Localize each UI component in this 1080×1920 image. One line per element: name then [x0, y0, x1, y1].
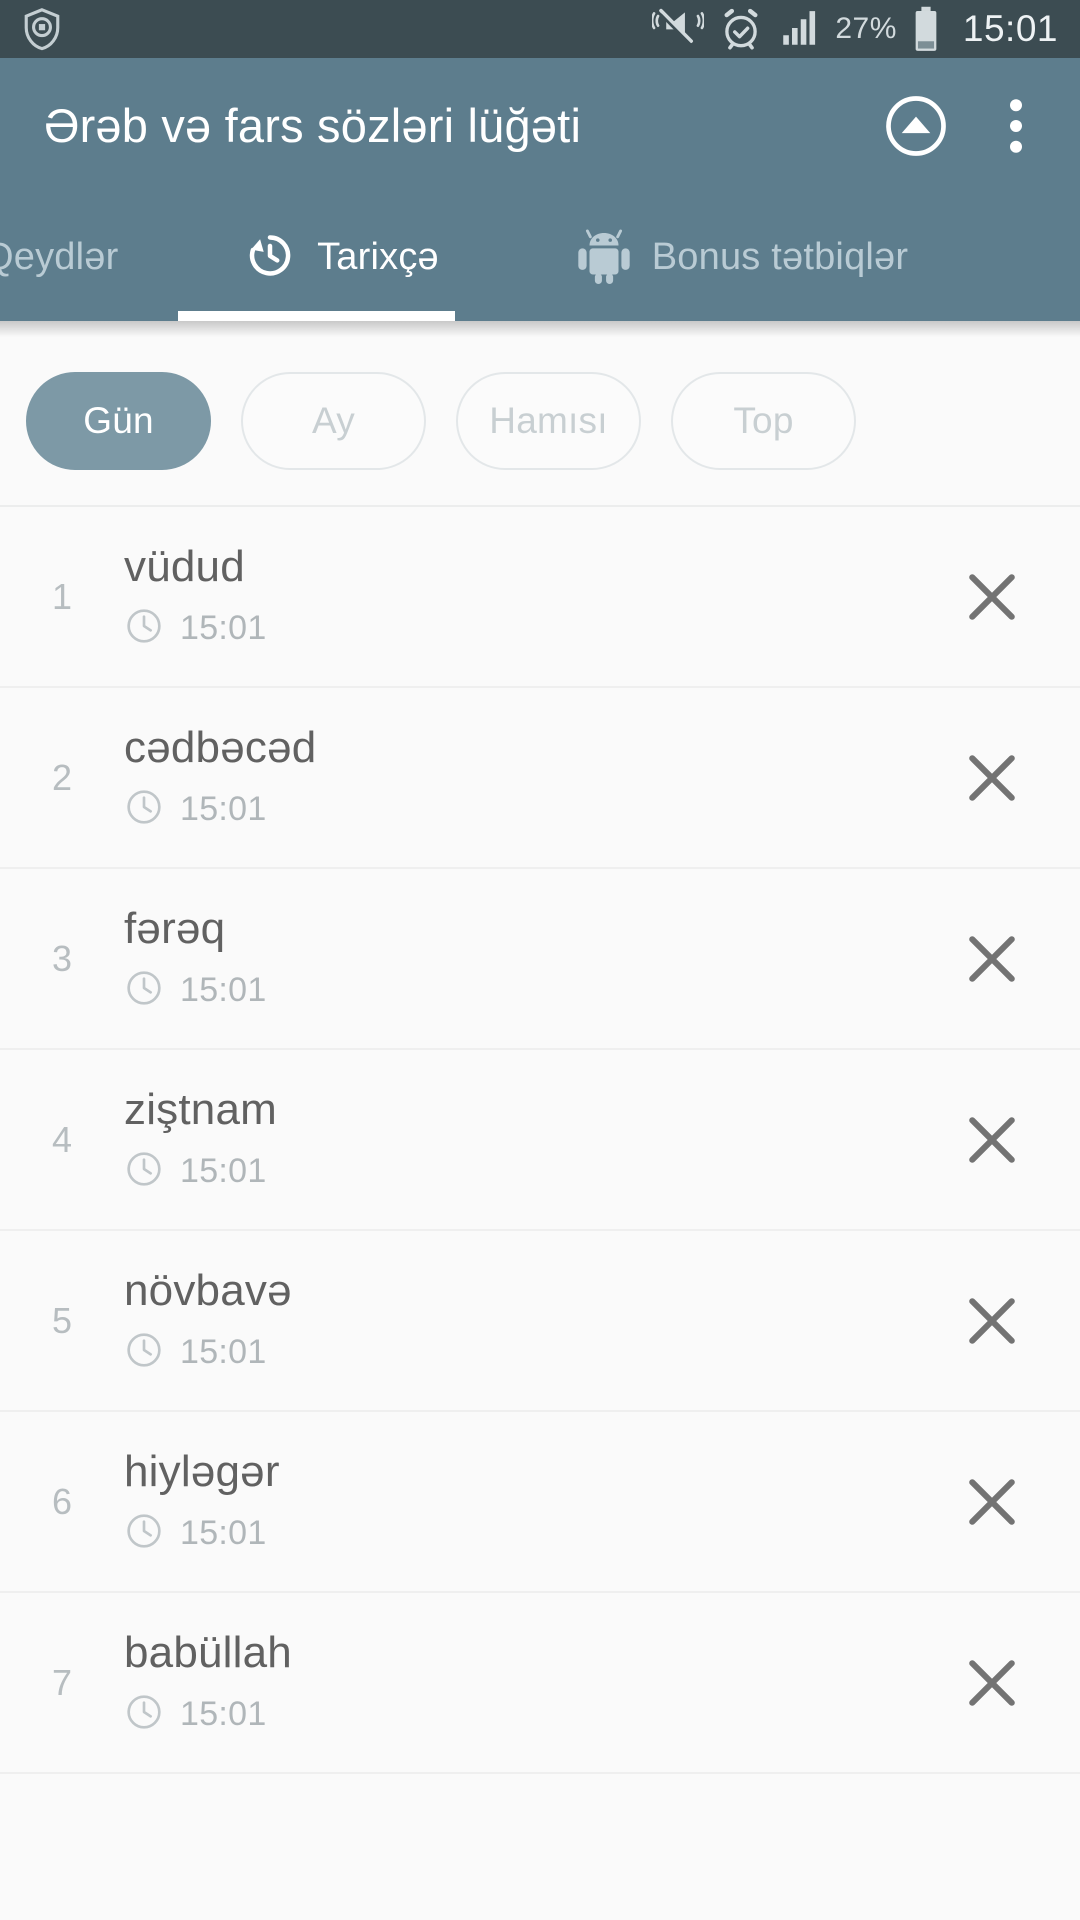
table-row[interactable]: 3 fərəq 15:01: [0, 869, 1080, 1050]
app-bar-shadow: [0, 321, 1080, 337]
cellular-signal-icon: [778, 8, 820, 50]
filter-chip-top-label: Top: [733, 400, 794, 441]
more-vertical-icon[interactable]: [980, 90, 1052, 162]
row-meta: 15:01: [124, 1692, 940, 1737]
row-content: hiyləgər 15:01: [124, 1447, 940, 1556]
row-meta: 15:01: [124, 1330, 940, 1375]
close-x-icon[interactable]: [940, 545, 1044, 649]
tab-bar: Qeydlər Tarixçə Bonus: [0, 193, 1080, 321]
clock-icon: [124, 787, 164, 832]
close-x-icon[interactable]: [940, 1631, 1044, 1735]
filter-chip-top[interactable]: Top: [671, 372, 856, 470]
row-meta: 15:01: [124, 968, 940, 1013]
tab-qeydler-label: Qeydlər: [0, 235, 119, 278]
tab-qeydler[interactable]: Qeydlər: [0, 193, 200, 321]
row-time: 15:01: [180, 609, 267, 647]
table-row[interactable]: 1 vüdud 15:01: [0, 507, 1080, 688]
row-time: 15:01: [180, 1333, 267, 1371]
row-index: 2: [51, 756, 73, 798]
row-content: fərəq 15:01: [124, 904, 940, 1013]
table-row[interactable]: 5 növbavə 15:01: [0, 1231, 1080, 1412]
clock-icon: [124, 1692, 164, 1737]
row-content: növbavə 15:01: [124, 1266, 940, 1375]
status-bar: 27% 15:01: [0, 0, 1080, 58]
status-bar-left: [20, 7, 64, 51]
row-index: 1: [51, 575, 73, 617]
row-word: hiyləgər: [124, 1447, 280, 1496]
row-index: 3: [51, 937, 73, 979]
row-index: 6: [51, 1480, 73, 1522]
close-x-icon[interactable]: [940, 907, 1044, 1011]
row-time: 15:01: [180, 1152, 267, 1190]
row-time: 15:01: [180, 1695, 267, 1733]
close-x-icon[interactable]: [940, 1269, 1044, 1373]
tab-active-indicator: [178, 311, 455, 321]
tab-tarixce[interactable]: Tarixçə: [200, 193, 482, 321]
tab-tarixce-label: Tarixçə: [317, 235, 439, 278]
battery-icon: [912, 6, 940, 52]
shield-security-icon: [20, 7, 64, 51]
row-time: 15:01: [180, 1514, 267, 1552]
volume-muted-vibrate-icon: [652, 8, 705, 50]
table-row[interactable]: 4 ziştnam 15:01: [0, 1050, 1080, 1231]
row-word: növbavə: [124, 1266, 292, 1315]
filter-chip-gun[interactable]: Gün: [26, 372, 211, 470]
row-word: fərəq: [124, 904, 226, 953]
filter-chip-row: Gün Ay Hamısı Top: [0, 337, 1080, 507]
filter-chip-ay[interactable]: Ay: [241, 372, 426, 470]
row-word: cədbəcəd: [124, 723, 317, 772]
close-x-icon[interactable]: [940, 726, 1044, 830]
filter-chip-ay-label: Ay: [312, 400, 355, 441]
history-list[interactable]: 1 vüdud 15:01 2 cədbəcəd 15:01 3 fərəq 1…: [0, 507, 1080, 1774]
tab-bonus-tetbiqler-label: Bonus tətbiqlər: [651, 235, 909, 278]
clock-icon: [124, 968, 164, 1013]
row-index: 4: [51, 1118, 73, 1160]
alarm-clock-icon: [719, 7, 763, 51]
filter-chip-hamisi[interactable]: Hamısı: [456, 372, 641, 470]
close-x-icon[interactable]: [940, 1450, 1044, 1554]
circle-arrow-up-icon[interactable]: [880, 90, 952, 162]
status-bar-clock: 15:01: [962, 8, 1058, 49]
row-meta: 15:01: [124, 1149, 940, 1194]
row-word: babüllah: [124, 1628, 292, 1677]
filter-chip-gun-label: Gün: [83, 400, 154, 441]
page-title: Ərəb və fars sözləri lüğəti: [44, 99, 582, 152]
row-meta: 15:01: [124, 606, 940, 651]
filter-chip-hamisi-label: Hamısı: [489, 400, 608, 441]
status-bar-right: 27% 15:01: [652, 6, 1058, 52]
history-icon: [243, 228, 297, 287]
row-content: cədbəcəd 15:01: [124, 723, 940, 832]
table-row[interactable]: 6 hiyləgər 15:01: [0, 1412, 1080, 1593]
clock-icon: [124, 1330, 164, 1375]
row-time: 15:01: [180, 971, 267, 1009]
row-word: vüdud: [124, 542, 245, 591]
row-time: 15:01: [180, 790, 267, 828]
row-index: 7: [51, 1661, 73, 1703]
row-meta: 15:01: [124, 787, 940, 832]
app-bar-actions: [880, 90, 1052, 162]
row-content: babüllah 15:01: [124, 1628, 940, 1737]
clock-icon: [124, 1149, 164, 1194]
row-index: 5: [51, 1299, 73, 1341]
row-meta: 15:01: [124, 1511, 940, 1556]
table-row[interactable]: 7 babüllah 15:01: [0, 1593, 1080, 1774]
row-content: vüdud 15:01: [124, 542, 940, 651]
app-bar: Ərəb və fars sözləri lüğəti: [0, 58, 1080, 193]
row-word: ziştnam: [124, 1085, 277, 1134]
row-content: ziştnam 15:01: [124, 1085, 940, 1194]
clock-icon: [124, 1511, 164, 1556]
close-x-icon[interactable]: [940, 1088, 1044, 1192]
battery-percent-label: 27%: [835, 12, 897, 45]
clock-icon: [124, 606, 164, 651]
android-robot-icon: [576, 226, 632, 289]
tab-bonus-tetbiqler[interactable]: Bonus tətbiqlər: [482, 193, 1002, 321]
table-row[interactable]: 2 cədbəcəd 15:01: [0, 688, 1080, 869]
